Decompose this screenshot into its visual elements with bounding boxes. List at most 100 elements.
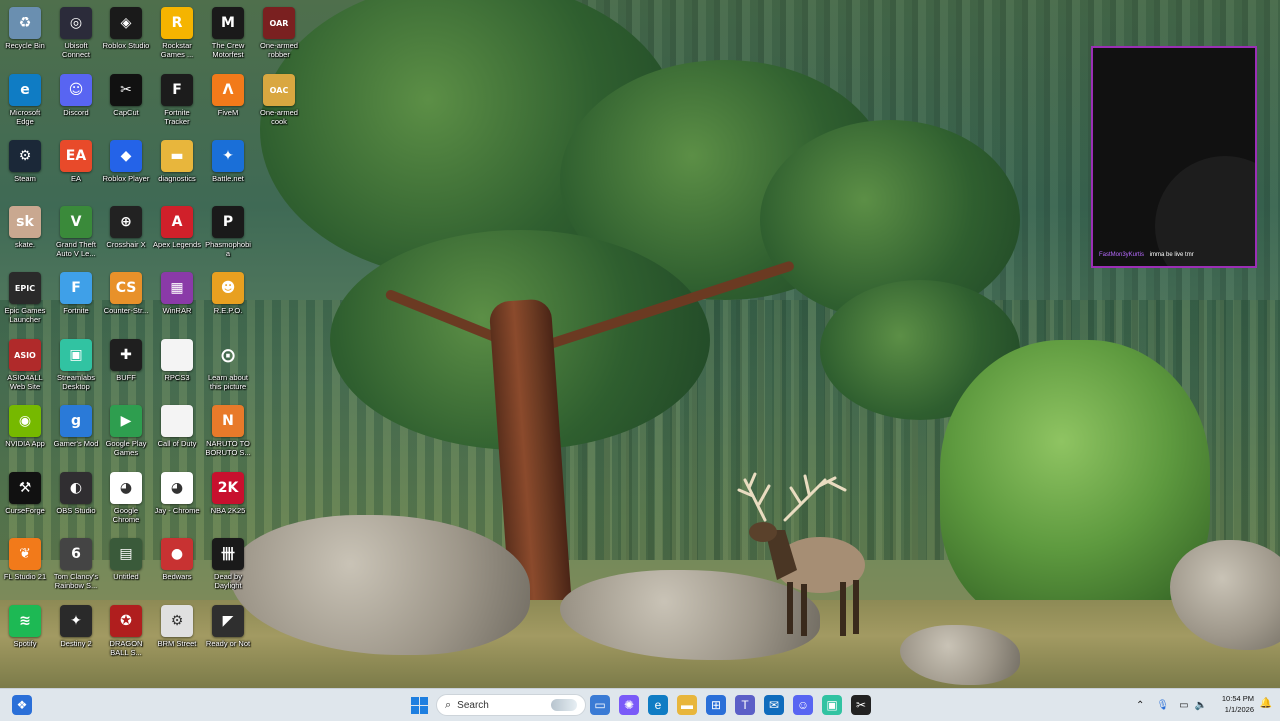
taskbar-store[interactable]: ⊞ [706,695,726,715]
desktop-icon[interactable]: ◤ Ready or Not [203,603,253,667]
desktop-icon[interactable]: e Microsoft Edge [0,72,50,136]
desktop-icon[interactable]: ☺ Discord [51,72,101,136]
discord-icon: ☺ [796,698,810,712]
desktop-icon[interactable]: ▦ WinRAR [152,270,202,334]
brm-icon: ⚙ [161,605,193,637]
windows-start-icon [410,696,428,714]
desktop-icon[interactable]: ◆ Roblox Player [101,138,151,202]
desktop-icon[interactable]: A Apex Legends [152,204,202,268]
desktop-icon-label: Ready or Not [205,639,251,648]
edge-icon: e [654,698,662,712]
show-hidden-icons-chevron-icon[interactable]: ⌃ [1136,700,1144,711]
taskbar-outlook[interactable]: ✉ [764,695,784,715]
wallpaper-elk [737,472,865,636]
desktop-icon[interactable]: ◉ NVIDIA App [0,403,50,467]
desktop-icon[interactable]: g Gamer's Mod [51,403,101,467]
taskbar-file-explorer-window[interactable]: ▭ [590,695,610,715]
desktop-icon[interactable]: ⊙ Learn about this picture [203,337,253,401]
desktop-icon[interactable]: ✦ Battle.net [203,138,253,202]
desktop-icon-label: Google Play Games [105,439,147,457]
desktop-icon[interactable]: ▣ Streamlabs Desktop [51,337,101,401]
desktop-icon-label: NBA 2K25 [210,506,246,515]
desktop-icon[interactable]: ⚙ Steam [0,138,50,202]
taskbar-copilot[interactable]: ✺ [619,695,639,715]
desktop-icon-label: Learn about this picture [207,373,249,391]
desktop-icon-label: Untitled [113,572,139,581]
desktop-icon[interactable]: ▶ Google Play Games [101,403,151,467]
naruto-icon: N [212,405,244,437]
desktop-icon[interactable]: ⊕ Crosshair X [101,204,151,268]
widgets-button[interactable]: ❖ [12,695,32,715]
rockstar-icon: R [161,7,193,39]
taskbar-teams[interactable]: T [735,695,755,715]
desktop-icon[interactable]: P Phasmophobia [203,204,253,268]
desktop-icon-label: Fortnite Tracker [164,108,190,126]
chat-username: FastMon3yKurtis [1099,252,1145,258]
desktop-icon[interactable]: ☻ R.E.P.O. [203,270,253,334]
microphone-icon[interactable]: 🎙 [1156,700,1169,711]
recycle-bin-icon: ♻ [9,7,41,39]
desktop-icon[interactable]: OAC One-armed cook [254,72,304,136]
desktop-icon[interactable]: F Fortnite Tracker [152,72,202,136]
taskbar-edge[interactable]: e [648,695,668,715]
desktop-icon[interactable]: Call of Duty [152,403,202,467]
desktop-icon[interactable]: ▬ diagnostics [152,138,202,202]
start-button[interactable] [409,695,429,715]
taskbar-clock[interactable]: 10:54 PM 1/1/2026 [1222,693,1254,715]
taskbar-search-box[interactable]: ⌕ Search [436,694,586,716]
desktop-icon[interactable]: ❦ FL Studio 21 [0,536,50,600]
desktop-icon[interactable]: V Grand Theft Auto V Le... [51,204,101,268]
desktop-icon[interactable]: M The Crew Motorfest [203,5,253,69]
desktop-icon[interactable]: RPCS3 [152,337,202,401]
rainbow-six-icon: 6 [60,538,92,570]
desktop-icon[interactable]: ◐ OBS Studio [51,470,101,534]
desktop-icon[interactable]: ✦ Destiny 2 [51,603,101,667]
desktop-icon[interactable]: ✪ DRAGON BALL S... [101,603,151,667]
desktop-icon[interactable]: ● Bedwars [152,536,202,600]
desktop-icon[interactable]: N NARUTO TO BORUTO S... [203,403,253,467]
desktop-icon[interactable]: ASIO ASIO4ALL Web Site [0,337,50,401]
desktop-icon-label: FiveM [217,108,239,117]
desktop-icon[interactable]: OAR One-armed robber [254,5,304,69]
desktop-icon[interactable]: ◕ Google Chrome [101,470,151,534]
desktop-icon[interactable]: Λ FiveM [203,72,253,136]
desktop-icon-label: Streamlabs Desktop [57,373,95,391]
desktop-icon[interactable]: EPIC Epic Games Launcher [0,270,50,334]
desktop-icon[interactable]: ✂ CapCut [101,72,151,136]
desktop-icon[interactable]: 卌 Dead by Daylight [203,536,253,600]
desktop-icon[interactable]: 6 Tom Clancy's Rainbow S... [51,536,101,600]
desktop-icon[interactable]: EA EA [51,138,101,202]
fl-studio-icon: ❦ [9,538,41,570]
desktop-icon[interactable]: ⚙ BRM Street [152,603,202,667]
desktop-icon[interactable]: ◎ Ubisoft Connect [51,5,101,69]
repo-icon: ☻ [212,272,244,304]
desktop-icon[interactable]: CS Counter-Str... [101,270,151,334]
notification-bell-icon[interactable]: 🔔 [1260,698,1272,709]
desktop-icon-label: Discord [63,108,89,117]
desktop-icon[interactable]: ▤ Untitled [101,536,151,600]
desktop-icon[interactable]: ✚ BUFF [101,337,151,401]
desktop-icon[interactable]: 2K NBA 2K25 [203,470,253,534]
discord-icon: ☺ [60,74,92,106]
desktop-icon-label: Fortnite [63,306,89,315]
desktop-icon[interactable]: ⚒ CurseForge [0,470,50,534]
desktop-icon-label: Jay - Chrome [154,506,200,515]
nvidia-icon: ◉ [9,405,41,437]
network-icon[interactable]: ▭ [1179,700,1188,711]
desktop-icon[interactable]: ≋ Spotify [0,603,50,667]
untitled-icon: ▤ [110,538,142,570]
stream-chat-widget[interactable]: FastMon3yKurtis imma be live tmr [1091,46,1257,268]
desktop-icon[interactable]: R Rockstar Games ... [152,5,202,69]
desktop-icon-label: Bedwars [162,572,192,581]
taskbar-streamlabs[interactable]: ▣ [822,695,842,715]
desktop-icon[interactable]: sk skate. [0,204,50,268]
desktop-icon-label: Rockstar Games ... [160,41,194,59]
taskbar-capcut[interactable]: ✂ [851,695,871,715]
desktop-icon[interactable]: F Fortnite [51,270,101,334]
volume-icon[interactable]: 🔈 [1195,700,1207,711]
desktop-icon[interactable]: ♻ Recycle Bin [0,5,50,69]
taskbar-discord[interactable]: ☺ [793,695,813,715]
taskbar-file-explorer[interactable]: ▬ [677,695,697,715]
desktop-icon[interactable]: ◈ Roblox Studio [101,5,151,69]
desktop-icon[interactable]: ◕ Jay - Chrome [152,470,202,534]
